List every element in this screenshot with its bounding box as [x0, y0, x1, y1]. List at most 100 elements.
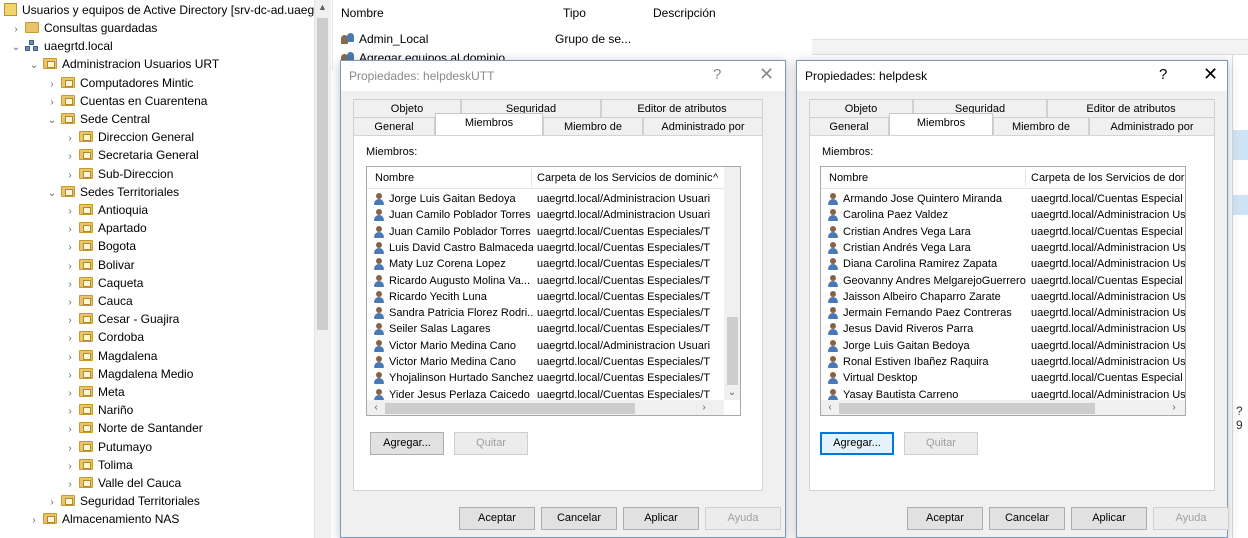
- members-horizontal-scrollbar[interactable]: ‹ ›: [821, 400, 1185, 415]
- tree-scroll-thumb[interactable]: [317, 18, 328, 330]
- close-icon[interactable]: ✕: [1203, 64, 1218, 85]
- tree-item[interactable]: ⌄ uaegrtd.local: [10, 37, 113, 55]
- tree-item[interactable]: › Magdalena Medio: [64, 365, 193, 383]
- tree-item[interactable]: ⌄ Sedes Territoriales: [46, 183, 179, 201]
- tree-item[interactable]: › Computadores Mintic: [46, 74, 193, 92]
- member-row[interactable]: Seiler Salas Lagares uaegrtd.local/Cuenta…: [367, 321, 740, 338]
- column-description-header[interactable]: Descripción: [653, 6, 716, 20]
- member-row[interactable]: Jermain Fernando Paez Contreras uaegrtd.l…: [821, 305, 1185, 322]
- tree-item[interactable]: ⌄ Administracion Usuarios URT: [28, 55, 219, 73]
- scroll-left-arrow-icon[interactable]: ‹: [369, 402, 383, 413]
- tab-editor-atributos[interactable]: Editor de atributos: [601, 99, 763, 117]
- cancel-button[interactable]: Cancelar: [989, 507, 1065, 530]
- tree-item[interactable]: › Tolima: [64, 456, 132, 474]
- tree-item[interactable]: ⌄ Sede Central: [46, 110, 150, 128]
- member-row[interactable]: Yhojalinson Hurtado Sanchez uaegrtd.local…: [367, 370, 740, 387]
- chevron-down-icon[interactable]: ⌄: [46, 112, 58, 130]
- tree-item[interactable]: › Cesar - Guajira: [64, 310, 179, 328]
- member-row[interactable]: Armando Jose Quintero Miranda uaegrtd.loc…: [821, 191, 1185, 208]
- chevron-down-icon[interactable]: ⌄: [28, 57, 40, 75]
- scroll-down-arrow-icon[interactable]: ⌄: [725, 387, 739, 398]
- tree-item[interactable]: › Secretaria General: [64, 146, 198, 164]
- member-row[interactable]: Carolina Paez Valdez uaegrtd.local/Admini…: [821, 207, 1185, 224]
- column-name-header[interactable]: Nombre: [341, 6, 384, 20]
- tree-item[interactable]: › Direccion General: [64, 128, 194, 146]
- members-hscroll-thumb[interactable]: [839, 403, 1095, 414]
- tab-editor-atributos[interactable]: Editor de atributos: [1047, 99, 1215, 117]
- add-member-button[interactable]: Agregar...: [820, 432, 894, 455]
- cancel-button[interactable]: Cancelar: [541, 507, 617, 530]
- member-row[interactable]: Cristian Andrés Vega Lara uaegrtd.local/A…: [821, 240, 1185, 257]
- column-name-header[interactable]: Nombre: [375, 172, 525, 184]
- scroll-right-arrow-icon[interactable]: ›: [697, 402, 711, 413]
- member-row[interactable]: Jorge Luis Gaitan Bedoya uaegrtd.local/Ad…: [821, 338, 1185, 355]
- properties-dialog-helpdesk[interactable]: Propiedades: helpdesk ? ✕ Objeto Segurid…: [796, 60, 1229, 538]
- help-button[interactable]: Ayuda: [1153, 507, 1229, 530]
- member-row[interactable]: Jorge Luis Gaitan Bedoya uaegrtd.local/Ad…: [367, 191, 740, 208]
- tree-item[interactable]: › Cordoba: [64, 328, 144, 346]
- chevron-right-icon[interactable]: ›: [28, 512, 40, 530]
- member-row[interactable]: Diana Carolina Ramirez Zapata uaegrtd.loc…: [821, 256, 1185, 273]
- column-folder-header[interactable]: Carpeta de los Servicios de dor: [1031, 172, 1185, 184]
- member-row[interactable]: Juan Camilo Poblador Torres uaegrtd.local…: [367, 224, 740, 241]
- member-row[interactable]: Victor Mario Medina Cano uaegrtd.local/Cu…: [367, 354, 740, 371]
- add-member-button[interactable]: Agregar...: [370, 432, 444, 455]
- help-icon[interactable]: ?: [1159, 66, 1167, 83]
- dialog-titlebar[interactable]: Propiedades: helpdesk ? ✕: [797, 61, 1227, 91]
- tree-item[interactable]: › Putumayo: [64, 438, 152, 456]
- tree-item[interactable]: › Valle del Cauca: [64, 474, 181, 492]
- scroll-left-arrow-icon[interactable]: ‹: [823, 402, 837, 413]
- member-row[interactable]: Ronal Estiven Ibañez Raquira uaegrtd.loca…: [821, 354, 1185, 371]
- tree-item[interactable]: › Cuentas en Cuarentena: [46, 92, 207, 110]
- chevron-down-icon[interactable]: ⌄: [46, 185, 58, 203]
- tree-item[interactable]: › Norte de Santander: [64, 419, 202, 437]
- member-row[interactable]: Jaisson Albeiro Chaparro Zarate uaegrtd.l…: [821, 289, 1185, 306]
- tree-item[interactable]: › Sub-Direccion: [64, 165, 173, 183]
- dialog-titlebar[interactable]: Propiedades: helpdeskUTT ? ✕: [341, 61, 785, 91]
- tab-miembros[interactable]: Miembros: [889, 113, 993, 135]
- members-list[interactable]: Nombre Carpeta de los Servicios de dor A…: [820, 166, 1186, 416]
- member-row[interactable]: Luis David Castro Balmaceda uaegrtd.local…: [367, 240, 740, 257]
- console-tree[interactable]: Usuarios y equipos de Active Directory […: [0, 0, 332, 538]
- apply-button[interactable]: Aplicar: [623, 507, 699, 530]
- close-icon[interactable]: ✕: [759, 64, 774, 85]
- tree-item[interactable]: › Almacenamiento NAS: [28, 510, 179, 528]
- properties-dialog-helpdeskutt[interactable]: Propiedades: helpdeskUTT ? ✕ Objeto Segu…: [340, 60, 786, 538]
- tab-administrado-por[interactable]: Administrado por: [643, 117, 763, 135]
- help-icon[interactable]: ?: [713, 66, 721, 83]
- tree-root[interactable]: Usuarios y equipos de Active Directory […: [2, 1, 314, 19]
- help-button[interactable]: Ayuda: [705, 507, 781, 530]
- tree-item[interactable]: › Bogota: [64, 237, 136, 255]
- ok-button[interactable]: Aceptar: [459, 507, 535, 530]
- tab-miembros[interactable]: Miembros: [435, 113, 543, 135]
- member-row[interactable]: Victor Mario Medina Cano uaegrtd.local/Ad…: [367, 338, 740, 355]
- member-row[interactable]: Juan Camilo Poblador Torres uaegrtd.local…: [367, 207, 740, 224]
- tab-general[interactable]: General: [353, 117, 435, 135]
- tree-item[interactable]: › Seguridad Territoriales: [46, 492, 200, 510]
- members-hscroll-thumb[interactable]: [385, 403, 635, 414]
- tree-item[interactable]: › Caqueta: [64, 274, 143, 292]
- tree-item[interactable]: › Nariño: [64, 401, 133, 419]
- remove-member-button[interactable]: Quitar: [454, 432, 528, 455]
- column-name-header[interactable]: Nombre: [829, 172, 1019, 184]
- tree-item[interactable]: › Bolivar: [64, 256, 134, 274]
- tree-item[interactable]: › Antioquia: [64, 201, 148, 219]
- chevron-down-icon[interactable]: ⌄: [10, 39, 22, 57]
- apply-button[interactable]: Aplicar: [1071, 507, 1147, 530]
- list-item[interactable]: Admin_Local Grupo de se...: [341, 32, 631, 46]
- member-row[interactable]: Virtual Desktop uaegrtd.local/Cuentas Esp…: [821, 370, 1185, 387]
- column-folder-header[interactable]: Carpeta de los Servicios de dominic: [537, 172, 715, 184]
- member-row[interactable]: Sandra Patricia Florez Rodri... uaegrtd.l…: [367, 305, 740, 322]
- members-scroll-thumb[interactable]: [727, 317, 738, 385]
- member-row[interactable]: Cristian Andres Vega Lara uaegrtd.local/C…: [821, 224, 1185, 241]
- tree-item[interactable]: › Cauca: [64, 292, 132, 310]
- tree-item[interactable]: › Magdalena: [64, 347, 157, 365]
- tree-item[interactable]: › Apartado: [64, 219, 146, 237]
- members-vertical-scrollbar[interactable]: ⌄: [724, 167, 740, 400]
- tree-item[interactable]: › Meta: [64, 383, 124, 401]
- scroll-right-arrow-icon[interactable]: ›: [1167, 402, 1181, 413]
- tab-general[interactable]: General: [809, 117, 889, 135]
- member-row[interactable]: Ricardo Augusto Molina Va... uaegrtd.loca…: [367, 273, 740, 290]
- tab-miembro-de[interactable]: Miembro de: [993, 117, 1089, 135]
- column-type-header[interactable]: Tipo: [563, 6, 586, 20]
